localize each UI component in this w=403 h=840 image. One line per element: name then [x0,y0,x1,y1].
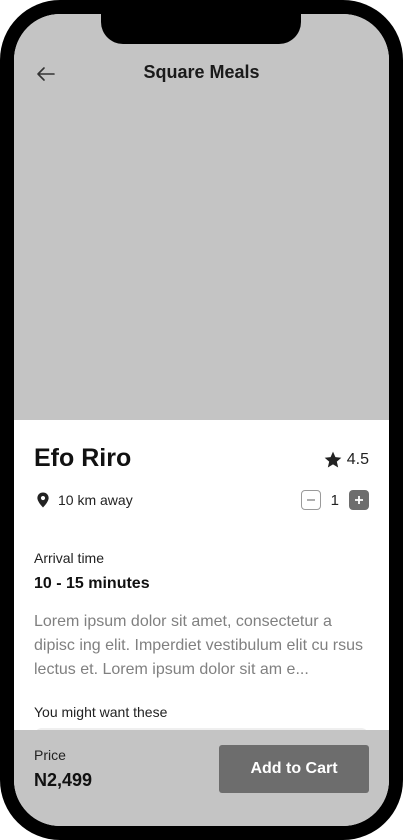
minus-icon [306,499,315,501]
device-notch [101,14,301,44]
location-pin-icon [37,492,49,508]
app-screen: Square Meals Efo Riro 4.5 10 km away 1 A… [14,14,389,826]
checkout-bar: Price N2,499 Add to Cart [14,730,389,826]
quantity-value: 1 [330,491,339,509]
arrival-time-label: Arrival time [34,550,105,566]
decrease-quantity-button[interactable] [300,490,321,510]
price-label: Price [34,747,66,763]
page-title: Square Meals [143,62,260,82]
arrival-time-value: 10 - 15 minutes [34,575,150,592]
increase-quantity-button[interactable] [349,490,369,510]
rating-value: 4.5 [346,451,369,468]
dish-name: Efo Riro [34,444,132,472]
star-icon [324,451,342,468]
quantity-stepper: 1 [300,490,369,510]
price-value: N2,499 [34,770,93,790]
dish-location: 10 km away [34,490,133,510]
add-to-cart-button[interactable]: Add to Cart [219,745,369,793]
dish-description: Lorem ipsum dolor sit amet, consectetur … [34,613,364,678]
dish-image: Square Meals [14,14,389,420]
suggestions-heading: You might want these [34,704,168,720]
dish-rating: 4.5 [323,450,369,470]
device-frame: Square Meals Efo Riro 4.5 10 km away 1 A… [0,0,403,840]
location-text: 10 km away [58,492,133,508]
plus-icon [355,496,363,504]
